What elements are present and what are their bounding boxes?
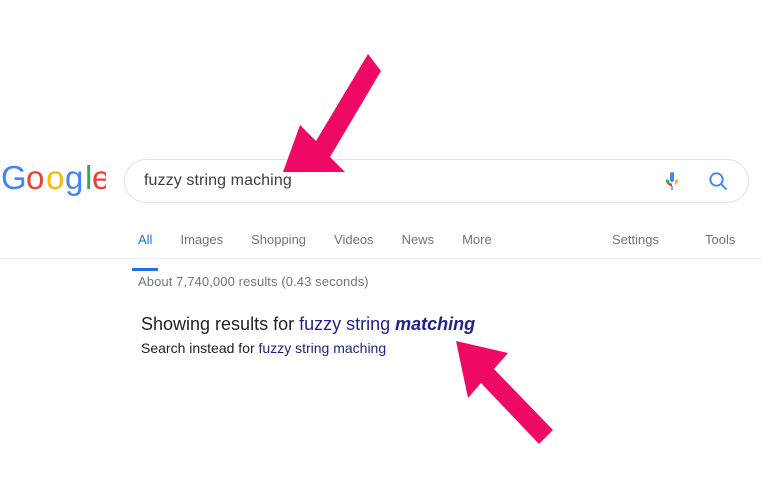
tab-news[interactable]: News xyxy=(402,222,435,248)
search-instead-prefix: Search instead for xyxy=(141,340,259,356)
tab-more[interactable]: More xyxy=(462,222,492,248)
svg-text:o: o xyxy=(26,163,44,196)
result-stats: About 7,740,000 results (0.43 seconds) xyxy=(138,274,369,289)
spelling-correction-block: Showing results for fuzzy string matchin… xyxy=(141,313,621,358)
svg-text:G: G xyxy=(2,163,27,196)
microphone-icon[interactable] xyxy=(652,161,692,201)
svg-text:e: e xyxy=(92,163,106,196)
search-icon[interactable] xyxy=(698,161,738,201)
tab-all[interactable]: All xyxy=(131,222,160,271)
search-input[interactable]: fuzzy string maching xyxy=(144,172,652,190)
showing-results-for-line: Showing results for fuzzy string matchin… xyxy=(141,313,621,335)
arrow-pointing-to-search-box xyxy=(283,54,381,172)
tabs-divider xyxy=(0,258,762,259)
google-logo[interactable]: G o o g l e xyxy=(2,163,106,197)
showing-results-prefix: Showing results for xyxy=(141,314,300,334)
svg-text:o: o xyxy=(46,163,64,196)
search-tabs-bar: All Images Shopping Videos News More Set… xyxy=(0,222,762,271)
tab-settings[interactable]: Settings xyxy=(612,222,659,248)
tab-videos[interactable]: Videos xyxy=(334,222,374,248)
search-tabs-left: All Images Shopping Videos News More xyxy=(131,222,492,271)
showing-results-query-link[interactable]: fuzzy string xyxy=(299,314,395,334)
search-instead-for-line: Search instead for fuzzy string maching xyxy=(141,338,621,358)
search-instead-query-link[interactable]: fuzzy string maching xyxy=(259,340,387,356)
svg-text:g: g xyxy=(65,163,83,196)
tab-shopping[interactable]: Shopping xyxy=(251,222,306,248)
search-tabs-right: Settings Tools xyxy=(612,222,762,248)
showing-results-corrected-term[interactable]: matching xyxy=(395,314,475,334)
tab-tools[interactable]: Tools xyxy=(705,222,735,248)
tab-images[interactable]: Images xyxy=(180,222,223,248)
search-box[interactable]: fuzzy string maching xyxy=(124,159,749,203)
